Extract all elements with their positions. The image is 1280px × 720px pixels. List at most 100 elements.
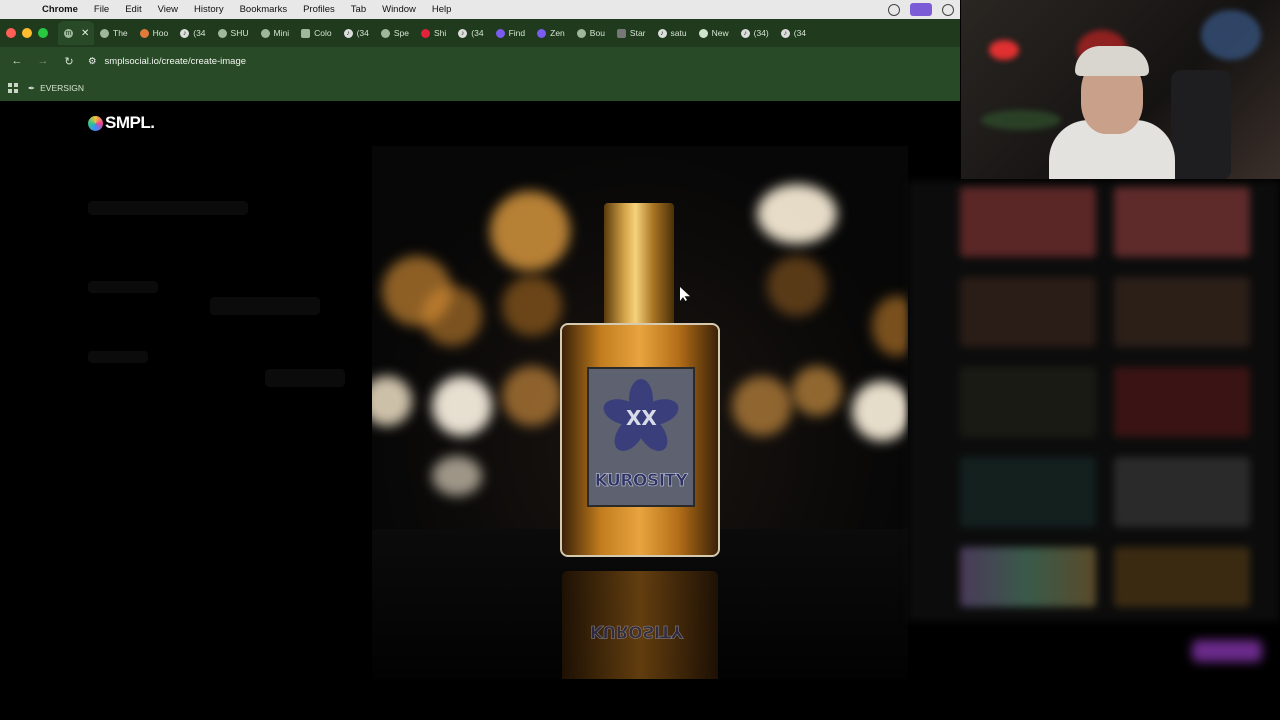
close-window-button[interactable] (6, 28, 16, 38)
dimmed-panel (265, 369, 345, 387)
menu-view[interactable]: View (150, 4, 186, 15)
menu-bookmarks[interactable]: Bookmarks (232, 4, 296, 15)
bookmarks-bar: ✒ EVERSIGN (0, 75, 960, 101)
tab[interactable]: Shi (415, 21, 452, 45)
tab[interactable]: The (94, 21, 134, 45)
menu-app-name[interactable]: Chrome (34, 4, 86, 15)
bottle-reflection: KUROSITY (562, 571, 718, 679)
tab[interactable]: Find (490, 21, 532, 45)
thumbnail[interactable] (1114, 187, 1250, 257)
bokeh-light (792, 366, 842, 416)
tab[interactable]: Colo (295, 21, 337, 45)
image-history-grid[interactable] (908, 181, 1280, 621)
globe-icon (260, 28, 270, 38)
perfume-bottle: XX KUROSITY (560, 323, 720, 557)
flower-logo-icon: XX (596, 379, 686, 457)
tab[interactable]: Hoo (134, 21, 175, 45)
menu-help[interactable]: Help (424, 4, 460, 15)
tab-strip: m ✕ The Hoo ♪ (34 SHU Mini Colo ♪ (34 Spe … (0, 19, 960, 47)
page-content: SMPL. KUROSITY XX KUROSITY (0, 101, 960, 720)
apps-grid-icon[interactable] (8, 83, 18, 93)
bookmark-eversign[interactable]: ✒ EVERSIGN (28, 83, 84, 94)
dimmed-panel (88, 351, 148, 363)
address-bar[interactable]: ⚙ smplsocial.io/create/create-image (88, 56, 246, 67)
tab[interactable]: ♪ (34 (775, 21, 812, 45)
tiktok-icon: ♪ (657, 28, 667, 38)
toolbar: ← → ↻ ⚙ smplsocial.io/create/create-imag… (0, 47, 960, 75)
youtube-icon (421, 28, 430, 38)
bokeh-light (422, 286, 482, 346)
menu-profiles[interactable]: Profiles (295, 4, 343, 15)
bokeh-light (872, 296, 908, 356)
figurines (1201, 10, 1261, 60)
chrome-icon (698, 28, 708, 38)
globe-icon (576, 28, 586, 38)
macos-menu-bar: Chrome File Edit View History Bookmarks … (0, 0, 960, 19)
label-monogram: XX (626, 406, 657, 430)
tab[interactable]: New (693, 21, 735, 45)
generated-image-preview[interactable]: KUROSITY XX KUROSITY (372, 146, 908, 679)
bokeh-light (732, 376, 792, 436)
cube-icon (616, 28, 626, 38)
zoom-window-button[interactable] (38, 28, 48, 38)
tab[interactable]: Mini (255, 21, 296, 45)
bokeh-light (372, 376, 412, 426)
tab[interactable]: ♪ (34 (338, 21, 375, 45)
smpl-logo-text: SMPL. (105, 113, 155, 132)
back-arrow-icon[interactable]: ← (10, 55, 24, 67)
tiktok-icon: ♪ (180, 28, 190, 38)
tiktok-icon: ♪ (740, 28, 750, 38)
tiktok-icon: ♪ (343, 28, 353, 38)
thumbnail[interactable] (1114, 277, 1250, 347)
thumbnail[interactable] (1114, 457, 1250, 527)
thumbnail[interactable] (1114, 367, 1250, 437)
site-settings-icon[interactable]: ⚙ (88, 56, 97, 67)
tab-active[interactable]: m ✕ (58, 21, 94, 45)
status-tray-icon[interactable] (888, 3, 900, 16)
screen-record-icon[interactable] (910, 3, 932, 16)
tab[interactable]: ♪ (34 (174, 21, 211, 45)
tab[interactable]: ♪ (34 (452, 21, 489, 45)
tiktok-icon: ♪ (780, 28, 790, 38)
smpl-logo-icon (88, 115, 103, 131)
tab[interactable]: ♪ (34) (735, 21, 775, 45)
shopify-icon (217, 28, 227, 38)
menu-edit[interactable]: Edit (117, 4, 149, 15)
tab[interactable]: Star (611, 21, 652, 45)
bokeh-light (502, 366, 562, 426)
tab[interactable]: Bou (571, 21, 611, 45)
thumbnail[interactable] (1114, 547, 1250, 607)
tab[interactable]: ♪ satu (652, 21, 693, 45)
menu-window[interactable]: Window (374, 4, 424, 15)
bokeh-light (502, 276, 562, 336)
address-url[interactable]: smplsocial.io/create/create-image (105, 56, 247, 67)
bokeh-light (757, 184, 837, 244)
tab[interactable]: SHU (212, 21, 255, 45)
thumbnail[interactable] (960, 277, 1096, 347)
dimmed-panel (88, 201, 248, 215)
globe-icon (100, 28, 109, 38)
focus-icon[interactable] (942, 3, 954, 16)
gaming-chair (1171, 70, 1231, 179)
bokeh-light (432, 456, 482, 496)
zapier-icon (495, 28, 505, 38)
menu-file[interactable]: File (86, 4, 117, 15)
tab[interactable]: Spe (375, 21, 415, 45)
thumbnail[interactable] (960, 367, 1096, 437)
window-controls (6, 28, 48, 38)
bokeh-light (852, 381, 908, 441)
thumbnail[interactable] (960, 187, 1096, 257)
thumbnail[interactable] (960, 547, 1096, 607)
desk-mat (981, 110, 1061, 130)
dimmed-generate-button[interactable] (1192, 640, 1262, 662)
dimmed-panel (88, 281, 158, 293)
thumbnail[interactable] (960, 457, 1096, 527)
menu-history[interactable]: History (186, 4, 232, 15)
minimize-window-button[interactable] (22, 28, 32, 38)
close-tab-icon[interactable]: ✕ (81, 28, 89, 39)
tab[interactable]: Zen (531, 21, 571, 45)
smpl-logo[interactable]: SMPL. (88, 113, 155, 133)
menu-tab[interactable]: Tab (343, 4, 374, 15)
forward-arrow-icon[interactable]: → (36, 55, 50, 67)
reload-icon[interactable]: ↻ (62, 55, 76, 68)
